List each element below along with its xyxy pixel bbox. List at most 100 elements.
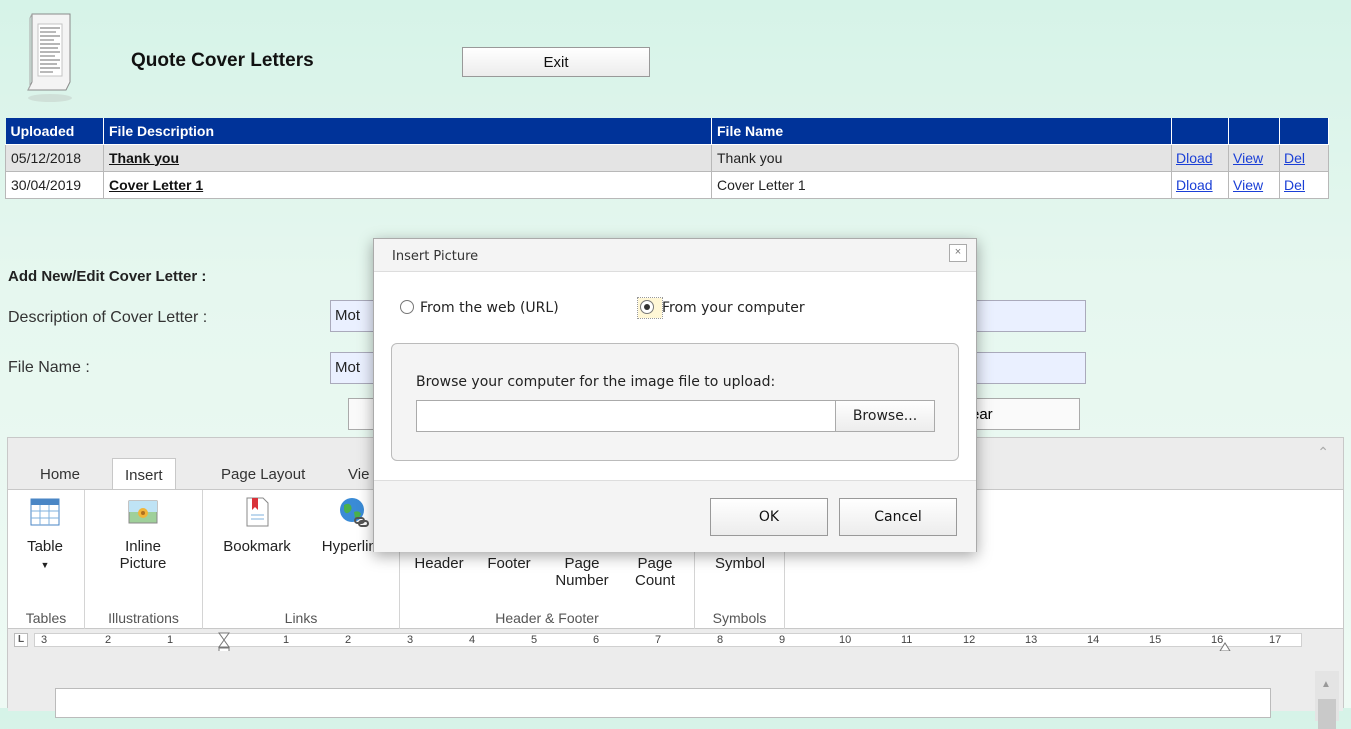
- radio-from-web-label: From the web (URL): [420, 300, 559, 316]
- column-header-file-name: File Name: [711, 118, 1172, 145]
- group-label-symbols: Symbols: [712, 610, 767, 626]
- form-heading: Add New/Edit Cover Letter :: [8, 268, 207, 285]
- file-name: Cover Letter 1: [711, 170, 1172, 199]
- page-count-button[interactable]: Page Count: [620, 555, 690, 589]
- tab-home[interactable]: Home: [28, 458, 92, 490]
- inline-picture-button[interactable]: Inline Picture: [95, 496, 191, 572]
- tab-insert[interactable]: Insert: [112, 458, 176, 490]
- ruler-label: 1: [283, 634, 290, 646]
- ruler-label: 1: [167, 634, 174, 646]
- ruler-label: 4: [469, 634, 476, 646]
- file-name-label: File Name :: [8, 359, 90, 376]
- ruler-label: 7: [655, 634, 662, 646]
- page-number-button[interactable]: Page Number: [550, 555, 614, 589]
- group-label-illustrations: Illustrations: [108, 610, 179, 626]
- column-header-blank: [1228, 118, 1280, 145]
- ruler-label: 3: [41, 634, 48, 646]
- table-row: 30/04/2019 Cover Letter 1 Cover Letter 1…: [5, 170, 1329, 199]
- dropdown-arrow-icon: ▼: [40, 560, 50, 570]
- column-header-blank: [1279, 118, 1329, 145]
- dialog-title-bar[interactable]: Insert Picture ×: [374, 239, 976, 272]
- bookmark-icon: [246, 497, 269, 527]
- ruler-track: 3 2 1 1 2 3 4 5 6 7 8 9 10 11 12 13 14 1…: [34, 632, 1302, 655]
- file-name: Thank you: [711, 143, 1172, 172]
- radio-from-computer-label: From your computer: [662, 300, 805, 316]
- file-description-link[interactable]: Cover Letter 1: [103, 170, 712, 199]
- scroll-up-arrow-icon[interactable]: ▲: [1321, 679, 1331, 690]
- view-link[interactable]: View: [1233, 177, 1263, 193]
- radio-from-web[interactable]: From the web (URL): [400, 300, 559, 316]
- scroll-thumb[interactable]: [1318, 699, 1336, 729]
- bookmark-label: Bookmark: [223, 538, 291, 555]
- group-illustrations: Inline Picture Illustrations: [85, 490, 203, 630]
- ruler-label: 10: [839, 634, 852, 646]
- table-header-row: Uploaded File Description File Name: [5, 118, 1329, 145]
- description-label: Description of Cover Letter :: [8, 309, 208, 326]
- cover-letters-table: Uploaded File Description File Name 05/1…: [5, 118, 1329, 199]
- ruler-label: 12: [963, 634, 976, 646]
- tab-page-layout[interactable]: Page Layout: [209, 458, 317, 490]
- hyperlink-globe-icon: [340, 498, 369, 527]
- upload-panel: Browse your computer for the image file …: [391, 343, 959, 461]
- ruler-label: 14: [1087, 634, 1100, 646]
- header-button[interactable]: Header: [404, 555, 474, 572]
- view-link[interactable]: View: [1233, 150, 1263, 166]
- inline-picture-label: Inline Picture: [119, 538, 167, 572]
- delete-link[interactable]: Del: [1284, 177, 1305, 193]
- tab-stop-selector-icon[interactable]: L: [14, 633, 28, 647]
- radio-from-computer[interactable]: From your computer: [637, 297, 805, 319]
- document-area: ▲: [8, 651, 1343, 729]
- exit-button[interactable]: Exit: [462, 47, 650, 77]
- insert-picture-dialog: Insert Picture × From the web (URL) From…: [373, 238, 977, 552]
- uploaded-date: 05/12/2018: [5, 143, 104, 172]
- vertical-scrollbar[interactable]: ▲: [1315, 671, 1339, 729]
- ruler[interactable]: L 3 2 1 1 2 3 4 5 6 7 8 9 10 11 12 13 14…: [8, 629, 1343, 655]
- download-link[interactable]: Dload: [1176, 150, 1213, 166]
- dialog-footer: OK Cancel: [374, 480, 976, 552]
- delete-link[interactable]: Del: [1284, 150, 1305, 166]
- radio-checked-icon[interactable]: [640, 300, 654, 314]
- file-path-input[interactable]: [416, 400, 836, 432]
- ruler-label: 6: [593, 634, 600, 646]
- dialog-title: Insert Picture: [392, 249, 479, 264]
- ruler-label: 8: [717, 634, 724, 646]
- uploaded-date: 30/04/2019: [5, 170, 104, 199]
- ruler-label: 2: [345, 634, 352, 646]
- ruler-label: 2: [105, 634, 112, 646]
- group-label-header-footer: Header & Footer: [495, 610, 599, 626]
- browse-prompt: Browse your computer for the image file …: [416, 374, 776, 390]
- ruler-label: 13: [1025, 634, 1038, 646]
- file-description-link[interactable]: Thank you: [103, 143, 712, 172]
- table-button-label: Table: [27, 538, 63, 555]
- cancel-button[interactable]: Cancel: [839, 498, 957, 536]
- group-label-links: Links: [284, 610, 318, 626]
- column-header-uploaded: Uploaded: [5, 118, 104, 145]
- ruler-label: 11: [901, 634, 913, 646]
- group-label-tables: Tables: [25, 610, 67, 626]
- radio-unchecked-icon[interactable]: [400, 300, 414, 314]
- ruler-label: 3: [407, 634, 414, 646]
- group-tables: Table ▼ Tables: [8, 490, 85, 630]
- document-list-icon: [20, 10, 78, 108]
- ruler-label: 17: [1269, 634, 1282, 646]
- ruler-label: 15: [1149, 634, 1162, 646]
- symbol-button[interactable]: Symbol: [703, 555, 777, 572]
- picture-icon: [128, 500, 158, 524]
- collapse-ribbon-icon[interactable]: ⌃: [1317, 444, 1329, 461]
- group-links: Bookmark Hyperlink Links: [203, 490, 400, 630]
- table-icon: [30, 498, 60, 526]
- ok-button[interactable]: OK: [710, 498, 828, 536]
- table-row: 05/12/2018 Thank you Thank you Dload Vie…: [5, 143, 1329, 172]
- download-link[interactable]: Dload: [1176, 177, 1213, 193]
- table-button[interactable]: Table ▼: [20, 496, 70, 574]
- column-header-file-description: File Description: [103, 118, 712, 145]
- document-page[interactable]: [55, 688, 1271, 718]
- ruler-label: 9: [779, 634, 786, 646]
- column-header-blank: [1171, 118, 1229, 145]
- footer-button[interactable]: Footer: [474, 555, 544, 572]
- close-icon[interactable]: ×: [949, 244, 967, 262]
- bookmark-button[interactable]: Bookmark: [215, 496, 299, 555]
- page-title: Quote Cover Letters: [131, 50, 314, 71]
- ruler-label: 5: [531, 634, 538, 646]
- browse-button[interactable]: Browse...: [835, 400, 935, 432]
